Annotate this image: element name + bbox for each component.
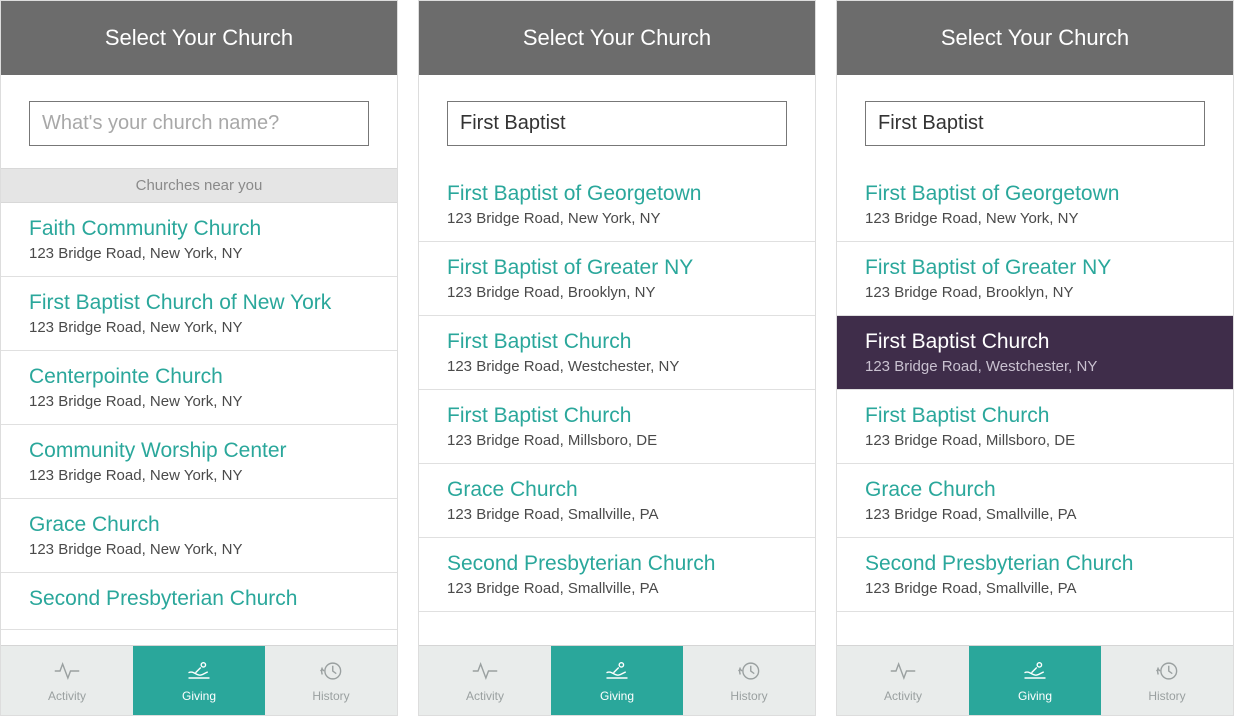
tab-giving[interactable]: Giving bbox=[969, 646, 1101, 715]
history-icon bbox=[735, 659, 763, 686]
page-title: Select Your Church bbox=[837, 1, 1233, 75]
church-list: First Baptist of Georgetown 123 Bridge Ro… bbox=[837, 168, 1233, 645]
church-address: 123 Bridge Road, Smallville, PA bbox=[447, 580, 787, 597]
church-row[interactable]: First Baptist Church 123 Bridge Road, Wes… bbox=[419, 316, 815, 390]
church-address: 123 Bridge Road, Westchester, NY bbox=[447, 358, 787, 375]
tab-activity[interactable]: Activity bbox=[1, 646, 133, 715]
church-name: Faith Community Church bbox=[29, 217, 369, 241]
church-address: 123 Bridge Road, Brooklyn, NY bbox=[865, 284, 1205, 301]
search-wrap bbox=[1, 75, 397, 168]
church-row[interactable]: First Baptist Church of New York 123 Brid… bbox=[1, 277, 397, 351]
section-near-you: Churches near you bbox=[1, 168, 397, 203]
church-name: Second Presbyterian Church bbox=[447, 552, 787, 576]
church-row[interactable]: First Baptist of Greater NY 123 Bridge Ro… bbox=[419, 242, 815, 316]
tab-history[interactable]: History bbox=[265, 646, 397, 715]
church-name: First Baptist of Greater NY bbox=[447, 256, 787, 280]
church-address: 123 Bridge Road, New York, NY bbox=[29, 245, 369, 262]
page-title: Select Your Church bbox=[1, 1, 397, 75]
tab-label: History bbox=[312, 689, 349, 703]
history-icon bbox=[317, 659, 345, 686]
church-name: First Baptist Church bbox=[865, 404, 1205, 428]
church-name: Second Presbyterian Church bbox=[865, 552, 1205, 576]
church-name: First Baptist of Georgetown bbox=[447, 182, 787, 206]
church-row[interactable]: First Baptist of Georgetown 123 Bridge Ro… bbox=[419, 168, 815, 242]
church-name: Grace Church bbox=[447, 478, 787, 502]
tab-bar: Activity Giving History bbox=[837, 645, 1233, 715]
tab-giving[interactable]: Giving bbox=[551, 646, 683, 715]
church-row[interactable]: Grace Church 123 Bridge Road, Smallville,… bbox=[837, 464, 1233, 538]
tab-label: Activity bbox=[48, 689, 86, 703]
tab-label: Giving bbox=[182, 689, 216, 703]
church-name: First Baptist Church bbox=[447, 404, 787, 428]
page-title: Select Your Church bbox=[419, 1, 815, 75]
tab-activity[interactable]: Activity bbox=[419, 646, 551, 715]
tab-bar: Activity Giving History bbox=[1, 645, 397, 715]
church-row[interactable]: First Baptist Church 123 Bridge Road, Mil… bbox=[419, 390, 815, 464]
tab-history[interactable]: History bbox=[683, 646, 815, 715]
church-address: 123 Bridge Road, Westchester, NY bbox=[865, 358, 1205, 375]
church-name: Grace Church bbox=[29, 513, 369, 537]
church-list: Faith Community Church 123 Bridge Road, N… bbox=[1, 203, 397, 645]
tab-label: Giving bbox=[600, 689, 634, 703]
church-name: First Baptist Church bbox=[865, 330, 1205, 354]
church-address: 123 Bridge Road, New York, NY bbox=[29, 541, 369, 558]
church-row[interactable]: Second Presbyterian Church 123 Bridge Roa… bbox=[419, 538, 815, 612]
church-name: First Baptist Church bbox=[447, 330, 787, 354]
church-list: First Baptist of Georgetown 123 Bridge Ro… bbox=[419, 168, 815, 645]
church-address: 123 Bridge Road, New York, NY bbox=[447, 210, 787, 227]
tab-label: Giving bbox=[1018, 689, 1052, 703]
church-row[interactable]: Grace Church 123 Bridge Road, New York, N… bbox=[1, 499, 397, 573]
church-address: 123 Bridge Road, Millsboro, DE bbox=[865, 432, 1205, 449]
tab-bar: Activity Giving History bbox=[419, 645, 815, 715]
tab-history[interactable]: History bbox=[1101, 646, 1233, 715]
church-name: Second Presbyterian Church bbox=[29, 587, 369, 611]
church-address: 123 Bridge Road, New York, NY bbox=[865, 210, 1205, 227]
church-row[interactable]: First Baptist of Georgetown 123 Bridge Ro… bbox=[837, 168, 1233, 242]
church-name: First Baptist of Greater NY bbox=[865, 256, 1205, 280]
church-row[interactable]: Second Presbyterian Church bbox=[1, 573, 397, 630]
search-input[interactable] bbox=[865, 101, 1205, 146]
tab-label: Activity bbox=[884, 689, 922, 703]
church-row[interactable]: Second Presbyterian Church 123 Bridge Roa… bbox=[837, 538, 1233, 612]
church-address: 123 Bridge Road, New York, NY bbox=[29, 319, 369, 336]
church-address: 123 Bridge Road, Brooklyn, NY bbox=[447, 284, 787, 301]
tab-label: History bbox=[730, 689, 767, 703]
church-name: Community Worship Center bbox=[29, 439, 369, 463]
church-name: Grace Church bbox=[865, 478, 1205, 502]
search-input[interactable] bbox=[447, 101, 787, 146]
church-row[interactable]: Centerpointe Church 123 Bridge Road, New … bbox=[1, 351, 397, 425]
church-address: 123 Bridge Road, New York, NY bbox=[29, 467, 369, 484]
activity-icon bbox=[471, 659, 499, 686]
tab-giving[interactable]: Giving bbox=[133, 646, 265, 715]
search-wrap bbox=[837, 75, 1233, 168]
church-name: Centerpointe Church bbox=[29, 365, 369, 389]
search-wrap bbox=[419, 75, 815, 168]
church-row[interactable]: Grace Church 123 Bridge Road, Smallville,… bbox=[419, 464, 815, 538]
church-address: 123 Bridge Road, New York, NY bbox=[29, 393, 369, 410]
church-row[interactable]: Community Worship Center 123 Bridge Road,… bbox=[1, 425, 397, 499]
giving-icon bbox=[185, 659, 213, 686]
screen-3: Select Your Church First Baptist of Geor… bbox=[836, 0, 1234, 716]
church-row[interactable]: First Baptist Church 123 Bridge Road, Mil… bbox=[837, 390, 1233, 464]
church-name: First Baptist of Georgetown bbox=[865, 182, 1205, 206]
tab-label: History bbox=[1148, 689, 1185, 703]
history-icon bbox=[1153, 659, 1181, 686]
giving-icon bbox=[603, 659, 631, 686]
activity-icon bbox=[53, 659, 81, 686]
tab-label: Activity bbox=[466, 689, 504, 703]
church-address: 123 Bridge Road, Smallville, PA bbox=[865, 506, 1205, 523]
screen-2: Select Your Church First Baptist of Geor… bbox=[418, 0, 816, 716]
church-address: 123 Bridge Road, Smallville, PA bbox=[865, 580, 1205, 597]
giving-icon bbox=[1021, 659, 1049, 686]
church-row[interactable]: First Baptist Church 123 Bridge Road, Wes… bbox=[837, 316, 1233, 390]
church-address: 123 Bridge Road, Millsboro, DE bbox=[447, 432, 787, 449]
screen-1: Select Your Church Churches near you Fai… bbox=[0, 0, 398, 716]
church-address: 123 Bridge Road, Smallville, PA bbox=[447, 506, 787, 523]
church-row[interactable]: First Baptist of Greater NY 123 Bridge Ro… bbox=[837, 242, 1233, 316]
search-input[interactable] bbox=[29, 101, 369, 146]
church-row[interactable]: Faith Community Church 123 Bridge Road, N… bbox=[1, 203, 397, 277]
church-name: First Baptist Church of New York bbox=[29, 291, 369, 315]
activity-icon bbox=[889, 659, 917, 686]
tab-activity[interactable]: Activity bbox=[837, 646, 969, 715]
